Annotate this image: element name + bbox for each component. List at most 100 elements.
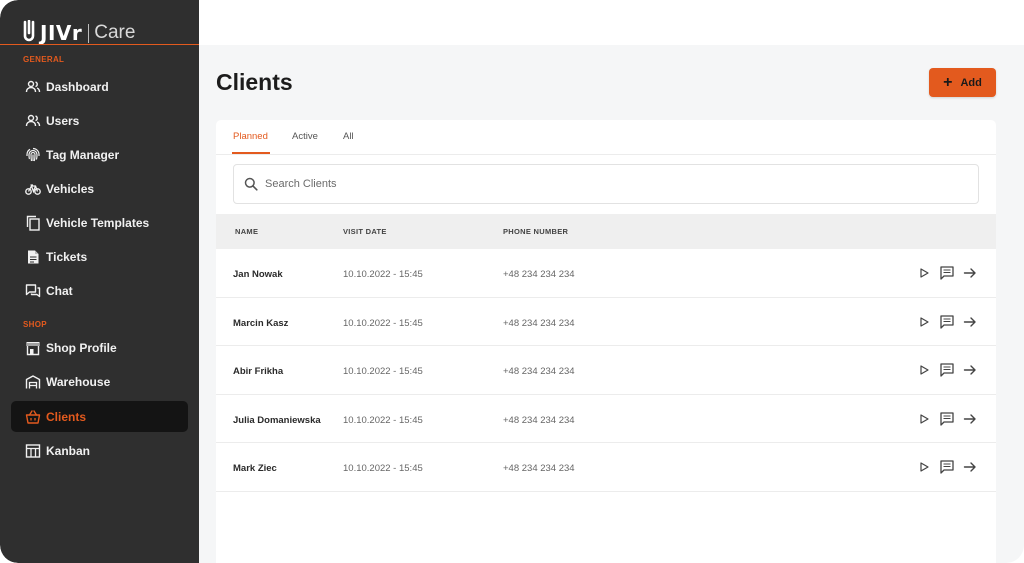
table-row[interactable]: Jan Nowak 10.10.2022 - 15:45 +48 234 234… xyxy=(216,249,996,298)
sidebar-item-label: Warehouse xyxy=(46,374,111,389)
row-actions xyxy=(909,459,978,475)
play-icon[interactable] xyxy=(916,265,932,281)
tab-all[interactable]: All xyxy=(343,131,354,142)
visit-date: 10.10.2022 - 15:45 xyxy=(343,414,423,426)
section-label-general: GENERAL xyxy=(23,55,65,64)
comment-icon[interactable] xyxy=(939,411,955,427)
table-row[interactable]: Abir Frikha 10.10.2022 - 15:45 +48 234 2… xyxy=(216,346,996,395)
visit-date: 10.10.2022 - 15:45 xyxy=(343,366,423,377)
sidebar-item-label: Shop Profile xyxy=(46,340,117,355)
app-window: JIVr Care GENERAL Dashboard Users Tag Ma… xyxy=(0,0,1024,563)
table-row[interactable]: Mark Ziec 10.10.2022 - 15:45 +48 234 234… xyxy=(216,443,996,492)
row-actions xyxy=(909,362,978,378)
sidebar-item-chat[interactable]: Chat xyxy=(11,275,188,306)
client-name: Abir Frikha xyxy=(233,366,284,377)
tab-active[interactable]: Active xyxy=(292,131,318,142)
phone-number: +48 234 234 234 xyxy=(503,269,575,280)
tab-bar: Planned Active All xyxy=(216,120,996,155)
comment-icon[interactable] xyxy=(939,314,955,330)
fingerprint-icon xyxy=(24,146,41,163)
bicycle-icon xyxy=(24,180,41,197)
client-name: Jan Nowak xyxy=(233,269,283,280)
sidebar-item-label: Kanban xyxy=(46,443,91,458)
comment-icon[interactable] xyxy=(939,459,955,475)
row-actions xyxy=(909,314,978,330)
product-name: Care xyxy=(94,22,136,43)
sidebar: JIVr Care GENERAL Dashboard Users Tag Ma… xyxy=(0,0,199,563)
sidebar-item-kanban[interactable]: Kanban xyxy=(11,435,188,466)
play-icon[interactable] xyxy=(916,314,932,330)
logo-divider xyxy=(0,44,199,45)
logo-separator xyxy=(88,23,90,43)
top-bar xyxy=(199,0,1024,45)
sidebar-item-clients[interactable]: Clients xyxy=(11,401,188,432)
phone-number: +48 234 234 234 xyxy=(503,414,575,426)
arrow-right-icon[interactable] xyxy=(962,411,978,427)
sidebar-item-tickets[interactable]: Tickets xyxy=(11,241,188,272)
sidebar-item-warehouse[interactable]: Warehouse xyxy=(11,366,188,397)
sidebar-item-label: Vehicles xyxy=(46,181,95,196)
users-icon xyxy=(24,78,41,95)
kanban-icon xyxy=(24,442,41,459)
users-icon xyxy=(24,112,41,129)
column-header-visit-date: VISIT DATE xyxy=(343,227,387,236)
sidebar-item-dashboard[interactable]: Dashboard xyxy=(11,71,188,102)
storefront-icon xyxy=(24,339,41,356)
sidebar-item-label: Clients xyxy=(46,409,87,424)
visit-date: 10.10.2022 - 15:45 xyxy=(343,269,423,280)
sidebar-item-vehicle-templates[interactable]: Vehicle Templates xyxy=(11,207,188,238)
play-icon[interactable] xyxy=(916,411,932,427)
sidebar-item-label: Users xyxy=(46,113,80,128)
page-title: Clients xyxy=(216,69,293,95)
play-icon[interactable] xyxy=(916,362,932,378)
arrow-right-icon[interactable] xyxy=(962,362,978,378)
phone-number: +48 234 234 234 xyxy=(503,317,575,329)
comment-icon[interactable] xyxy=(939,362,955,378)
brand-name: JIVr xyxy=(40,21,83,45)
table-row[interactable]: Marcin Kasz 10.10.2022 - 15:45 +48 234 2… xyxy=(216,298,996,346)
sidebar-item-label: Tag Manager xyxy=(46,147,120,162)
table-body: Jan Nowak 10.10.2022 - 15:45 +48 234 234… xyxy=(216,249,996,492)
jivr-logo-icon xyxy=(23,20,35,42)
client-name: Julia Domaniewska xyxy=(233,414,321,426)
arrow-right-icon[interactable] xyxy=(962,265,978,281)
sidebar-item-label: Vehicle Templates xyxy=(46,215,150,230)
clients-card: Planned Active All NAME VISIT DATE PHONE… xyxy=(216,120,996,563)
search-box xyxy=(233,164,979,204)
client-name: Mark Ziec xyxy=(233,463,277,474)
arrow-right-icon[interactable] xyxy=(962,314,978,330)
basket-icon xyxy=(24,408,41,425)
phone-number: +48 234 234 234 xyxy=(503,366,575,377)
sidebar-item-label: Chat xyxy=(46,283,73,298)
sidebar-item-label: Tickets xyxy=(46,249,88,264)
active-tab-indicator xyxy=(232,152,270,154)
sidebar-item-shop-profile[interactable]: Shop Profile xyxy=(11,332,188,363)
column-header-name: NAME xyxy=(235,227,259,236)
add-button-label: Add xyxy=(960,76,982,89)
table-row[interactable]: Julia Domaniewska 10.10.2022 - 15:45 +48… xyxy=(216,395,996,443)
visit-date: 10.10.2022 - 15:45 xyxy=(343,317,423,329)
comment-icon[interactable] xyxy=(939,265,955,281)
add-client-button[interactable]: + Add xyxy=(929,68,996,97)
arrow-right-icon[interactable] xyxy=(962,459,978,475)
table-header: NAME VISIT DATE PHONE NUMBER xyxy=(216,214,996,249)
tab-planned[interactable]: Planned xyxy=(233,131,268,142)
play-icon[interactable] xyxy=(916,459,932,475)
main-content: Clients + Add Planned Active All NAME VI… xyxy=(199,45,1024,563)
copy-icon xyxy=(24,214,41,231)
sidebar-item-tag-manager[interactable]: Tag Manager xyxy=(11,139,188,170)
plus-icon: + xyxy=(943,73,953,91)
search-input[interactable] xyxy=(265,178,945,190)
document-icon xyxy=(24,248,41,265)
sidebar-item-users[interactable]: Users xyxy=(11,105,188,136)
column-header-phone-number: PHONE NUMBER xyxy=(503,227,569,236)
logo: JIVr Care xyxy=(21,19,135,47)
warehouse-icon xyxy=(24,373,41,390)
visit-date: 10.10.2022 - 15:45 xyxy=(343,463,423,474)
sidebar-item-vehicles[interactable]: Vehicles xyxy=(11,173,188,204)
phone-number: +48 234 234 234 xyxy=(503,463,575,474)
client-name: Marcin Kasz xyxy=(233,317,289,329)
chat-icon xyxy=(24,282,41,299)
section-label-shop: SHOP xyxy=(23,320,47,329)
row-actions xyxy=(909,411,978,427)
